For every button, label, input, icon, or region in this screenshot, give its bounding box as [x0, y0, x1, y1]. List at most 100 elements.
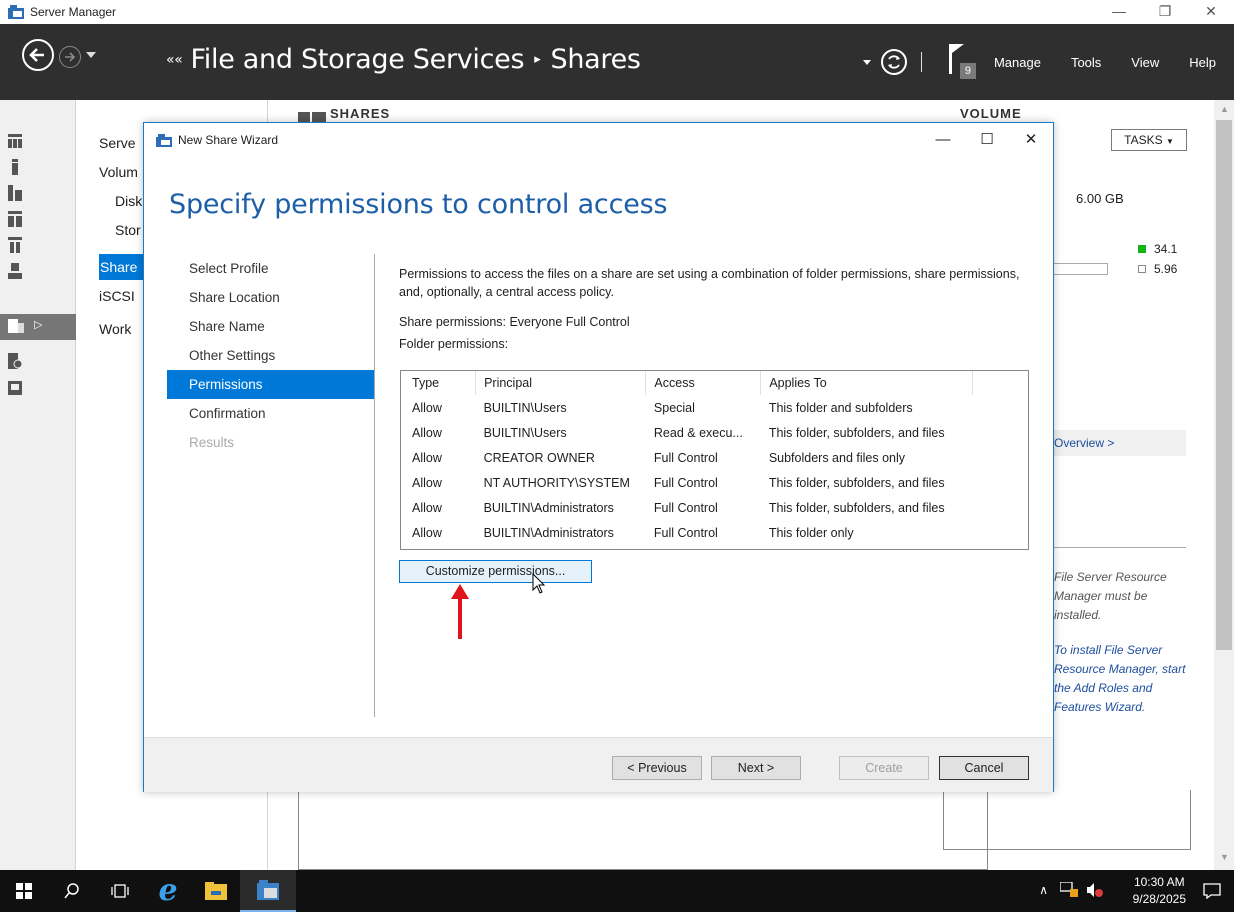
step-permissions[interactable]: Permissions	[167, 370, 374, 399]
refresh-button[interactable]	[880, 49, 907, 75]
step-share-name[interactable]: Share Name	[167, 312, 374, 341]
column-header-type[interactable]: Type	[404, 371, 477, 396]
header-divider	[920, 52, 922, 72]
cell-type: Allow	[412, 425, 442, 440]
menu-view[interactable]: View	[1131, 55, 1159, 70]
menu-manage[interactable]: Manage	[994, 55, 1041, 70]
system-clock[interactable]: 10:30 AM 9/28/2025	[1133, 874, 1186, 908]
section-divider	[1054, 547, 1186, 548]
action-center-button[interactable]	[1190, 870, 1234, 912]
iscsi-icon[interactable]	[8, 353, 22, 369]
scroll-up-icon[interactable]: ▲	[1220, 104, 1229, 114]
roles-icon[interactable]	[8, 237, 22, 253]
show-hidden-icons-icon[interactable]: ∧	[1039, 883, 1048, 897]
tasks-dropdown[interactable]: TASKS ▼	[1111, 129, 1187, 151]
clock-date: 9/28/2025	[1132, 892, 1186, 906]
notifications-flag[interactable]: 9	[946, 44, 976, 80]
wizard-minimize-button[interactable]: —	[921, 123, 965, 157]
next-button[interactable]: Next >	[711, 756, 801, 780]
overview-link[interactable]: Overview >	[1054, 430, 1186, 456]
shares-icon	[8, 319, 24, 333]
step-share-location[interactable]: Share Location	[167, 283, 374, 312]
cell-principal: BUILTIN\Administrators	[483, 525, 614, 540]
history-dropdown-icon[interactable]	[86, 52, 96, 58]
cell-principal: BUILTIN\Administrators	[483, 500, 614, 515]
breadcrumb-lead-icon[interactable]: ««	[166, 52, 183, 68]
breadcrumb: «« File and Storage Services ▸ Shares	[166, 44, 641, 75]
menu-tools[interactable]: Tools	[1071, 55, 1101, 70]
chevron-down-icon: ▼	[1165, 137, 1174, 146]
customize-permissions-button[interactable]: Customize permissions...	[399, 560, 592, 583]
wizard-close-button[interactable]: ✕	[1009, 123, 1053, 157]
steps-divider	[374, 254, 375, 717]
storage-pool-icon[interactable]	[8, 263, 22, 279]
scroll-down-icon[interactable]: ▼	[1220, 852, 1229, 862]
network-icon[interactable]	[1060, 882, 1078, 898]
cell-type: Allow	[412, 475, 442, 490]
cell-access: Full Control	[653, 500, 718, 515]
start-button[interactable]	[0, 870, 48, 912]
breadcrumb-dropdown-icon[interactable]	[862, 59, 871, 65]
folder-permissions-label: Folder permissions:	[399, 337, 509, 351]
nav-storage-pools[interactable]: Stor	[115, 222, 141, 238]
volume-muted-icon[interactable]	[1086, 882, 1104, 898]
wizard-heading: Specify permissions to control access	[169, 189, 668, 220]
nav-disks[interactable]: Disk	[115, 193, 142, 209]
previous-button[interactable]: < Previous	[612, 756, 702, 780]
minimize-button[interactable]: —	[1096, 0, 1142, 24]
column-header-access[interactable]: Access	[645, 371, 762, 396]
nav-volumes[interactable]: Volum	[99, 164, 138, 180]
internet-explorer-button[interactable]: e	[144, 870, 192, 912]
cell-applies-to: This folder and subfolders	[768, 400, 913, 415]
step-other-settings[interactable]: Other Settings	[167, 341, 374, 370]
notification-badge: 9	[959, 63, 976, 79]
wizard-titlebar: New Share Wizard — ☐ ✕	[144, 123, 1053, 157]
vertical-scrollbar[interactable]: ▲ ▼	[1214, 100, 1234, 870]
table-row[interactable]: Allow BUILTIN\Administrators Full Contro…	[404, 495, 973, 520]
system-tray: ∧	[1039, 882, 1104, 898]
search-button[interactable]	[48, 870, 96, 912]
local-server-icon[interactable]	[8, 159, 22, 175]
nav-iscsi[interactable]: iSCSI	[99, 288, 135, 304]
close-button[interactable]: ✕	[1188, 0, 1234, 24]
menu-help[interactable]: Help	[1189, 55, 1216, 70]
all-servers-icon[interactable]	[8, 185, 22, 201]
nav-servers[interactable]: Serve	[99, 135, 136, 151]
create-button: Create	[839, 756, 929, 780]
arrow-right-icon	[65, 52, 76, 62]
cancel-button[interactable]: Cancel	[939, 756, 1029, 780]
dashboard-icon[interactable]	[8, 133, 22, 149]
fsrm-install-link[interactable]: To install File Server Resource Manager,…	[1054, 641, 1186, 717]
cell-applies-to: This folder, subfolders, and files	[768, 425, 945, 440]
table-row[interactable]: Allow BUILTIN\Administrators Full Contro…	[404, 520, 973, 545]
column-header-applies-to[interactable]: Applies To	[760, 371, 973, 396]
work-folders-icon[interactable]	[8, 379, 22, 395]
volume-capacity: 6.00 GB	[1076, 191, 1124, 206]
cell-principal: CREATOR OWNER	[483, 450, 595, 465]
scrollbar-thumb[interactable]	[1216, 120, 1232, 650]
table-row[interactable]: Allow NT AUTHORITY\SYSTEM Full Control T…	[404, 470, 973, 495]
table-row[interactable]: Allow CREATOR OWNER Full Control Subfold…	[404, 445, 973, 470]
shares-nav-selected[interactable]: ▷	[0, 314, 76, 340]
task-view-button[interactable]	[96, 870, 144, 912]
step-select-profile[interactable]: Select Profile	[167, 254, 374, 283]
forward-button[interactable]	[59, 46, 81, 68]
table-row[interactable]: Allow BUILTIN\Users Read & execu... This…	[404, 420, 973, 445]
cell-applies-to: This folder, subfolders, and files	[768, 475, 945, 490]
table-row[interactable]: Allow BUILTIN\Users Special This folder …	[404, 395, 973, 420]
column-header-principal[interactable]: Principal	[475, 371, 647, 396]
server-manager-taskbar-button[interactable]	[240, 870, 296, 912]
window-title: Server Manager	[30, 5, 117, 19]
file-explorer-button[interactable]	[192, 870, 240, 912]
breadcrumb-separator-icon: ▸	[534, 52, 541, 67]
cell-type: Allow	[412, 500, 442, 515]
restore-button[interactable]: ❐	[1142, 0, 1188, 24]
server-group-icon[interactable]	[8, 211, 22, 227]
fsrm-note: File Server Resource Manager must be ins…	[1054, 570, 1167, 622]
wizard-maximize-button[interactable]: ☐	[965, 123, 1009, 157]
step-confirmation[interactable]: Confirmation	[167, 399, 374, 428]
back-button[interactable]	[22, 39, 54, 71]
wizard-footer: < Previous Next > Create Cancel	[144, 737, 1053, 792]
breadcrumb-root[interactable]: File and Storage Services	[191, 44, 525, 75]
nav-work-folders[interactable]: Work	[99, 321, 131, 337]
